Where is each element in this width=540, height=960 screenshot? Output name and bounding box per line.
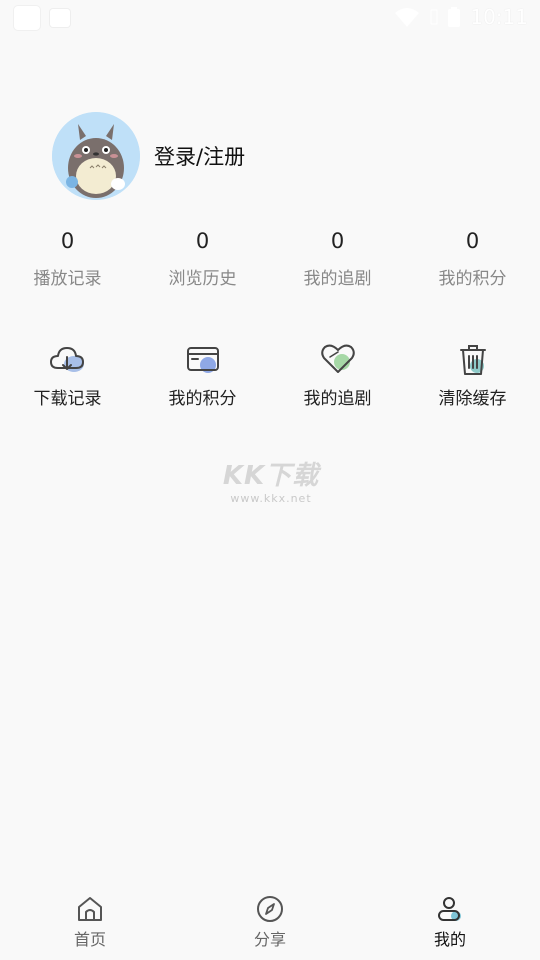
action-label: 我的追剧 — [303, 389, 372, 409]
trash-icon — [459, 345, 486, 375]
nav-share[interactable]: 分享 — [180, 880, 360, 960]
compass-icon — [257, 896, 283, 922]
stat-count: 0 — [195, 229, 210, 253]
stat-count: 0 — [60, 229, 75, 253]
profile-header: 登录/注册 — [52, 112, 245, 200]
nav-label: 首页 — [73, 930, 106, 949]
action-clear-cache[interactable]: 清除缓存 — [405, 342, 540, 409]
stat-label: 我的追剧 — [303, 269, 372, 289]
nav-label: 分享 — [253, 930, 286, 949]
action-label: 下载记录 — [33, 389, 102, 409]
card-icon — [186, 347, 219, 373]
battery-icon — [448, 7, 461, 27]
action-label: 我的积分 — [168, 389, 237, 409]
stat-browse-history[interactable]: 0 浏览历史 — [135, 226, 270, 289]
action-my-points[interactable]: 我的积分 — [135, 342, 270, 409]
action-label: 清除缓存 — [438, 389, 507, 409]
image-notification-icon — [50, 9, 70, 27]
home-icon — [78, 897, 102, 921]
actions-grid: 下载记录 我的积分 我的追剧 清除缓存 — [0, 342, 540, 409]
stat-count: 0 — [465, 229, 480, 253]
wifi-icon — [395, 8, 420, 27]
nav-home[interactable]: 首页 — [0, 880, 180, 960]
nav-mine[interactable]: 我的 — [360, 880, 540, 960]
stat-label: 播放记录 — [33, 269, 102, 289]
stat-my-points[interactable]: 0 我的积分 — [405, 226, 540, 289]
totoro-avatar-icon — [52, 112, 140, 200]
stat-label: 浏览历史 — [168, 269, 237, 289]
action-download-records[interactable]: 下载记录 — [0, 342, 135, 409]
nav-label: 我的 — [433, 930, 466, 949]
action-my-following[interactable]: 我的追剧 — [270, 342, 405, 409]
watermark-url: www.kkx.net — [230, 492, 312, 505]
bottom-nav: 首页 分享 我的 — [0, 880, 540, 960]
avatar[interactable] — [52, 112, 140, 200]
watermark: KK下载 www.kkx.net — [212, 455, 330, 505]
stats-row: 0 播放记录 0 浏览历史 0 我的追剧 0 我的积分 — [0, 226, 540, 289]
login-register-link[interactable]: 登录/注册 — [154, 141, 245, 171]
app-notification-icon — [14, 6, 40, 30]
status-time: 10:11 — [470, 5, 528, 29]
stat-label: 我的积分 — [438, 269, 507, 289]
user-icon — [438, 897, 461, 921]
stat-play-history[interactable]: 0 播放记录 — [0, 226, 135, 289]
heart-icon — [320, 344, 355, 373]
stat-my-following[interactable]: 0 我的追剧 — [270, 226, 405, 289]
status-bar: 10:11 — [0, 0, 540, 36]
cloud-download-icon — [49, 347, 84, 372]
stat-count: 0 — [330, 229, 345, 253]
signal-icon — [430, 9, 438, 25]
watermark-logo: KK下载 — [222, 461, 320, 491]
